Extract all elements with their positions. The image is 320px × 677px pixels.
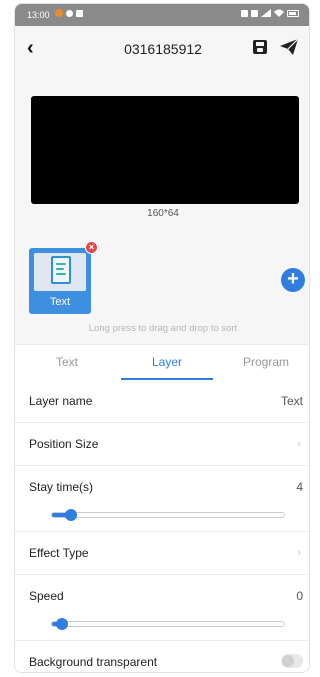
close-icon[interactable]: × <box>85 241 98 254</box>
stay-time-slider-thumb[interactable] <box>65 509 78 521</box>
wifi-icon <box>274 9 284 17</box>
position-size-row[interactable]: Position Size › <box>15 423 309 466</box>
save-icon[interactable] <box>253 40 267 54</box>
program-item-label: Text <box>49 296 71 308</box>
effect-type-row[interactable]: Effect Type › <box>15 532 309 575</box>
sort-hint: Long press to drag and drop to sort <box>88 323 238 334</box>
layer-settings-list: Layer name Text Position Size › Stay tim… <box>15 380 309 672</box>
battery-icon <box>287 9 299 17</box>
speed-slider-thumb[interactable] <box>56 618 68 630</box>
app-header: ‹ 0316185912 <box>15 26 309 72</box>
program-item-text[interactable]: Text <box>29 248 91 314</box>
app-notification-icon <box>55 9 63 17</box>
cellular-signal-icon <box>261 9 271 17</box>
status-bar: 13:00 <box>15 4 309 26</box>
led-preview-canvas <box>31 96 299 204</box>
stay-time-value: 4 <box>296 480 303 494</box>
chevron-right-icon: › <box>297 438 301 450</box>
tab-program[interactable]: Program <box>227 355 305 369</box>
tab-text[interactable]: Text <box>29 355 105 369</box>
layer-name-row[interactable]: Layer name Text <box>15 380 309 423</box>
background-transparent-toggle[interactable] <box>281 654 303 668</box>
stay-time-slider[interactable] <box>51 509 285 521</box>
notification-icons <box>55 9 83 17</box>
position-size-label: Position Size <box>29 437 99 451</box>
background-transparent-label: Background transparent <box>29 655 158 669</box>
volte-icon <box>251 9 258 17</box>
chevron-right-icon: › <box>297 547 301 559</box>
nfc-icon <box>241 9 248 17</box>
stay-time-row: Stay time(s) 4 <box>15 466 309 532</box>
tab-bar: Text Layer Program <box>15 344 309 380</box>
back-arrow-icon[interactable]: ‹ <box>27 38 34 58</box>
speed-slider[interactable] <box>51 618 285 630</box>
stay-time-label: Stay time(s) <box>29 480 94 494</box>
page-title: 0316185912 <box>124 41 202 57</box>
system-icons <box>241 9 299 17</box>
background-transparent-row: Background transparent <box>15 641 309 672</box>
tab-layer[interactable]: Layer <box>121 355 213 369</box>
layer-name-label: Layer name <box>29 394 93 408</box>
document-icon <box>51 256 71 284</box>
speed-row: Speed 0 <box>15 575 309 641</box>
notification-dot-icon <box>66 9 73 17</box>
message-icon <box>76 9 83 17</box>
send-icon[interactable] <box>279 38 299 56</box>
program-item-thumbnail <box>34 253 86 291</box>
speed-value: 0 <box>296 589 303 603</box>
speed-label: Speed <box>29 589 64 603</box>
status-time: 13:00 <box>27 10 50 20</box>
add-icon[interactable]: + <box>281 268 305 292</box>
layer-name-value: Text <box>280 394 303 408</box>
phone-screen: 13:00 ‹ 0316185912 160*64 Text × + Long … <box>14 3 310 673</box>
effect-type-label: Effect Type <box>29 546 89 560</box>
preview-size-label: 160*64 <box>147 208 179 219</box>
